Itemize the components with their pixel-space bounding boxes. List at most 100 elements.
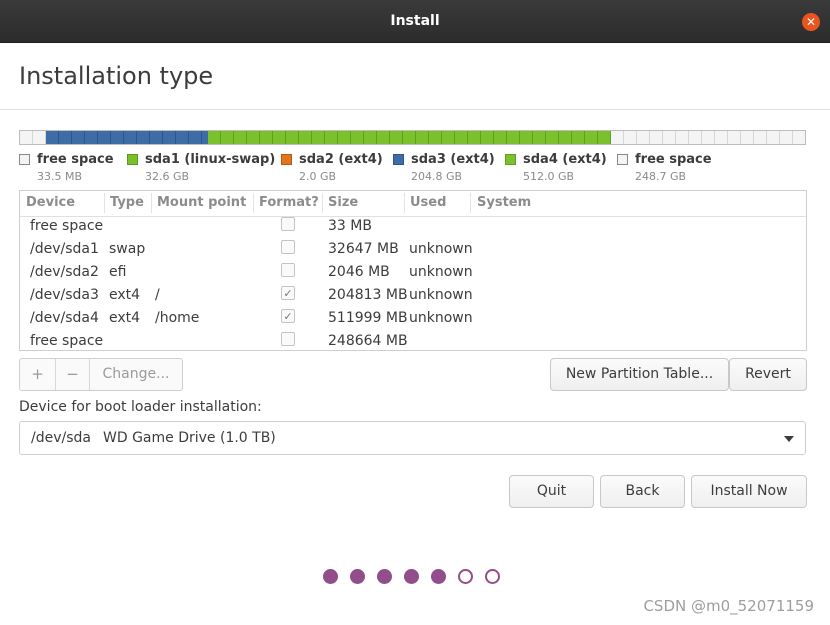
column-device[interactable]: Device (26, 195, 75, 210)
cell-mount: / (155, 287, 160, 303)
progress-dot-complete (431, 569, 446, 584)
progress-dot-complete (350, 569, 365, 584)
table-row[interactable]: /dev/sda3 ext4 / ✓ 204813 MB unknown (20, 284, 806, 307)
partition-table[interactable]: Device Type Mount point Format? Size Use… (19, 190, 807, 351)
format-checkbox[interactable] (281, 240, 295, 254)
cell-size: 204813 MB (328, 287, 408, 303)
title-bar: Install ✕ (0, 0, 830, 43)
window-title: Install (390, 13, 440, 29)
cell-size: 248664 MB (328, 333, 408, 349)
table-header: Device Type Mount point Format? Size Use… (20, 191, 806, 217)
column-used[interactable]: Used (410, 195, 446, 210)
progress-dot-complete (404, 569, 419, 584)
legend-name: sda1 (linux-swap) (145, 152, 276, 167)
legend-size: 32.6 GB (145, 170, 190, 183)
legend-size: 512.0 GB (523, 170, 575, 183)
legend-swatch-ext4-green (505, 154, 516, 165)
segment-free-space-end (611, 131, 805, 144)
format-checkbox[interactable] (281, 263, 295, 277)
legend-name: free space (37, 152, 114, 167)
boot-loader-label: Device for boot loader installation: (19, 399, 262, 415)
chevron-down-icon (784, 436, 794, 442)
legend-swatch-swap (127, 154, 138, 165)
column-size[interactable]: Size (328, 195, 358, 210)
install-now-button[interactable]: Install Now (691, 475, 807, 508)
new-partition-table-button[interactable]: New Partition Table... (550, 358, 729, 391)
partition-bar (19, 130, 806, 145)
cell-type: swap (109, 241, 146, 257)
legend-size: 33.5 MB (37, 170, 83, 183)
boot-device: /dev/sda (31, 430, 91, 446)
cell-type: efi (109, 264, 127, 280)
cell-device: free space (30, 218, 104, 234)
cell-device: free space (30, 333, 104, 349)
cell-size: 33 MB (328, 218, 372, 234)
format-checkbox-checked[interactable]: ✓ (281, 309, 295, 323)
column-format[interactable]: Format? (259, 195, 319, 210)
segment-free-space (20, 131, 46, 144)
cell-size: 511999 MB (328, 310, 408, 326)
change-partition-button[interactable]: Change... (90, 359, 182, 390)
close-icon[interactable]: ✕ (802, 13, 820, 31)
legend-swatch-efi (281, 154, 292, 165)
cell-used: unknown (409, 241, 473, 257)
cell-used: unknown (409, 264, 473, 280)
progress-dot-complete (377, 569, 392, 584)
cell-mount: /home (155, 310, 200, 326)
cell-device: /dev/sda1 (30, 241, 99, 257)
column-divider (322, 193, 323, 213)
quit-button[interactable]: Quit (509, 475, 594, 508)
table-row[interactable]: /dev/sda1 swap 32647 MB unknown (20, 238, 806, 261)
cell-device: /dev/sda2 (30, 264, 99, 280)
legend-name: sda4 (ext4) (523, 152, 607, 167)
partition-toolbar: + − Change... (19, 358, 183, 391)
column-divider (104, 193, 105, 213)
cell-size: 2046 MB (328, 264, 390, 280)
format-checkbox-checked[interactable]: ✓ (281, 286, 295, 300)
segment-sda4-ext4 (208, 131, 611, 144)
progress-dot-pending (458, 569, 473, 584)
legend-swatch-free (617, 154, 628, 165)
cell-type: ext4 (109, 287, 141, 303)
column-divider (253, 193, 254, 213)
cell-used: unknown (409, 287, 473, 303)
revert-button[interactable]: Revert (729, 358, 807, 391)
progress-dots (323, 569, 513, 585)
table-row[interactable]: /dev/sda2 efi 2046 MB unknown (20, 261, 806, 284)
progress-dot-complete (323, 569, 338, 584)
column-divider (151, 193, 152, 213)
legend-size: 248.7 GB (635, 170, 687, 183)
legend-name: free space (635, 152, 712, 167)
legend-size: 2.0 GB (299, 170, 337, 183)
column-type[interactable]: Type (110, 195, 144, 210)
page-title: Installation type (19, 62, 214, 90)
column-system[interactable]: System (477, 195, 531, 210)
divider (0, 109, 830, 110)
legend-swatch-ext4-blue (393, 154, 404, 165)
legend-swatch-free (19, 154, 30, 165)
table-row[interactable]: /dev/sda4 ext4 /home ✓ 511999 MB unknown (20, 307, 806, 330)
progress-dot-pending (485, 569, 500, 584)
column-divider (470, 193, 471, 213)
remove-partition-button[interactable]: − (56, 359, 89, 390)
cell-used: unknown (409, 310, 473, 326)
cell-size: 32647 MB (328, 241, 399, 257)
format-checkbox[interactable] (281, 217, 295, 231)
add-partition-button[interactable]: + (20, 359, 55, 390)
partition-legend: free space 33.5 MB sda1 (linux-swap) 32.… (19, 152, 819, 186)
cell-device: /dev/sda4 (30, 310, 99, 326)
segment-sda1-swap (46, 131, 208, 144)
legend-name: sda2 (ext4) (299, 152, 383, 167)
column-mount-point[interactable]: Mount point (157, 195, 246, 210)
boot-device-name: WD Game Drive (1.0 TB) (103, 430, 276, 446)
legend-name: sda3 (ext4) (411, 152, 495, 167)
table-row[interactable]: free space 33 MB (20, 215, 806, 238)
back-button[interactable]: Back (600, 475, 685, 508)
column-divider (404, 193, 405, 213)
cell-device: /dev/sda3 (30, 287, 99, 303)
boot-loader-select[interactable]: /dev/sda WD Game Drive (1.0 TB) (19, 421, 806, 455)
cell-type: ext4 (109, 310, 141, 326)
table-row[interactable]: free space 248664 MB (20, 330, 806, 353)
legend-size: 204.8 GB (411, 170, 463, 183)
format-checkbox[interactable] (281, 332, 295, 346)
